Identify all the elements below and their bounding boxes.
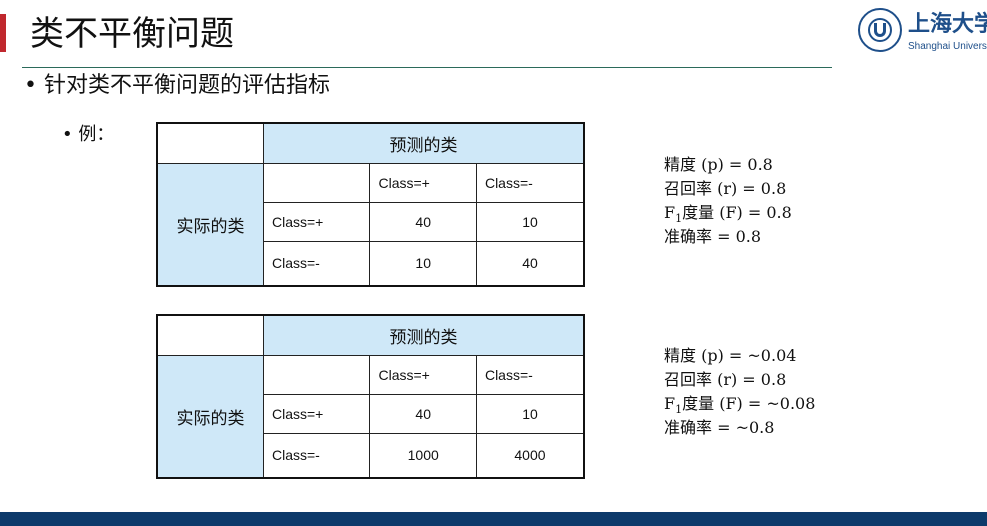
slide-title: 类不平衡问题: [30, 14, 234, 54]
col-header-positive: Class=+: [369, 354, 477, 395]
logo-chinese-name: 上海大学: [908, 11, 987, 37]
bullet-heading: • 针对类不平衡问题的评估指标: [24, 73, 330, 98]
actual-class-header: 实际的类: [156, 354, 264, 479]
logo-english-name: Shanghai University: [908, 41, 987, 52]
cell-tn: 4000: [475, 432, 585, 479]
metric-precision: 精度 (p) = 0.8: [664, 155, 773, 174]
cell-tp: 40: [369, 201, 477, 242]
metric-accuracy: 准确率 = 0.8: [664, 227, 762, 246]
col-header-negative: Class=-: [475, 354, 585, 395]
metric-f1: F1度量 (F) = ~0.08: [664, 394, 816, 417]
corner-cell: [156, 122, 264, 164]
metric-recall: 召回率 (r) = 0.8: [664, 370, 787, 389]
university-seal-icon: [858, 8, 902, 52]
predicted-class-header: 预测的类: [262, 122, 585, 164]
confusion-matrix-1: 预测的类 实际的类 Class=+ Class=- Class=+ 40 10 …: [156, 122, 585, 287]
title-divider: [22, 67, 832, 68]
footer-bar: [0, 512, 987, 526]
metric-recall: 召回率 (r) = 0.8: [664, 179, 787, 198]
empty-header-cell: [262, 354, 371, 395]
metric-precision: 精度 (p) = ~0.04: [664, 346, 797, 365]
col-header-positive: Class=+: [369, 162, 477, 203]
actual-class-header: 实际的类: [156, 162, 264, 287]
row-label-negative: Class=-: [262, 240, 371, 287]
predicted-class-header: 预测的类: [262, 314, 585, 356]
cell-fn: 10: [475, 393, 585, 434]
row-label-negative: Class=-: [262, 432, 371, 479]
empty-header-cell: [262, 162, 371, 203]
col-header-negative: Class=-: [475, 162, 585, 203]
title-accent-bar: [0, 14, 6, 52]
cell-tp: 40: [369, 393, 477, 434]
row-label-positive: Class=+: [262, 201, 371, 242]
cell-fn: 10: [475, 201, 585, 242]
university-logo: 上海大学 Shanghai University: [856, 6, 987, 60]
metrics-block-2: 精度 (p) = ~0.04 召回率 (r) = 0.8 F1度量 (F) = …: [664, 344, 815, 440]
metric-f1: F1度量 (F) = 0.8: [664, 203, 792, 226]
metrics-block-1: 精度 (p) = 0.8 召回率 (r) = 0.8 F1度量 (F) = 0.…: [664, 153, 792, 249]
cell-fp: 10: [369, 240, 477, 287]
metric-accuracy: 准确率 = ~0.8: [664, 418, 775, 437]
cell-fp: 1000: [369, 432, 477, 479]
example-label: • 例：: [62, 124, 115, 145]
confusion-matrix-2: 预测的类 实际的类 Class=+ Class=- Class=+ 40 10 …: [156, 314, 585, 479]
corner-cell: [156, 314, 264, 356]
row-label-positive: Class=+: [262, 393, 371, 434]
cell-tn: 40: [475, 240, 585, 287]
